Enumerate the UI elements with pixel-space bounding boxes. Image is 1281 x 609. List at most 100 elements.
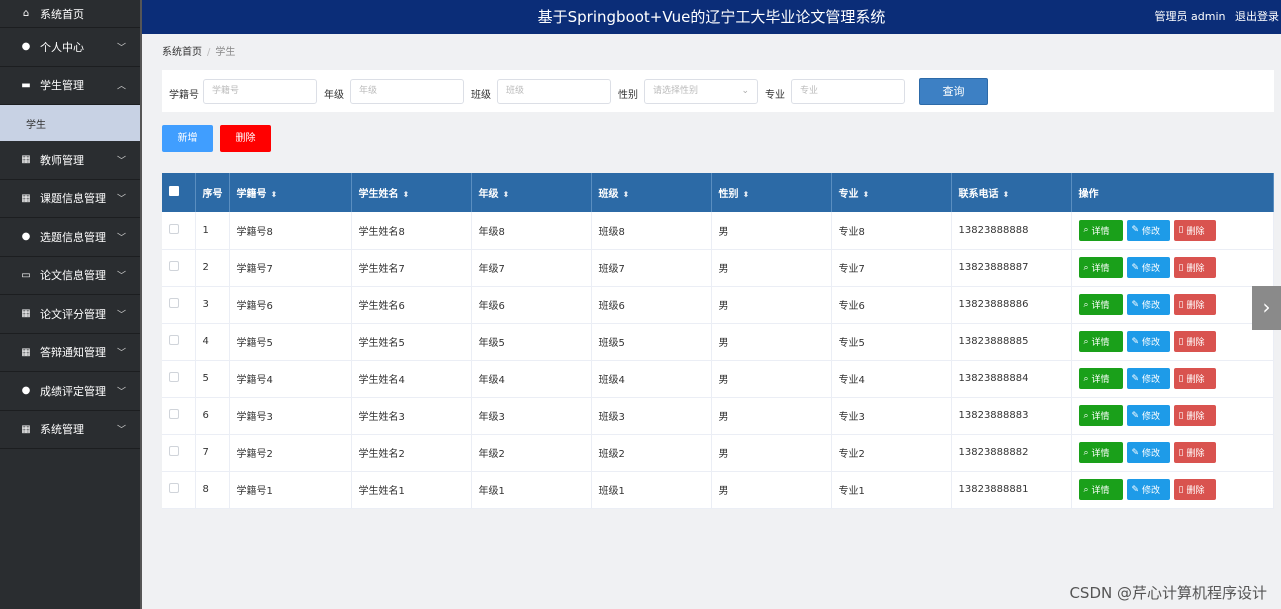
col-phone[interactable]: 联系电话 ⬍ <box>951 173 1072 212</box>
row-checkbox-cell[interactable] <box>162 471 196 509</box>
detail-button[interactable]: ⌕ 详情 <box>1078 294 1123 315</box>
grade-cell: 年级8 <box>471 212 592 250</box>
table-row: 3 学籍号6 学生姓名6 年级6 班级6 男专业6 13823888886 ⌕ 详情 ✎ 修改 ▯ 删除 <box>162 286 1274 324</box>
edit-icon: ✎ <box>1131 484 1140 495</box>
detail-button[interactable]: ⌕ 详情 <box>1078 219 1123 241</box>
major-input[interactable]: 专业 <box>791 79 905 104</box>
col-student-id[interactable]: 学籍号 ⬍ <box>229 173 352 212</box>
logout-link[interactable]: 退出登录 <box>1235 10 1279 23</box>
edit-button[interactable]: ✎ 修改 <box>1126 368 1170 389</box>
row-checkbox[interactable] <box>169 335 179 345</box>
gender-select[interactable]: 请选择性别 ⌄ <box>644 79 758 104</box>
row-checkbox-cell[interactable] <box>162 397 196 435</box>
sidebar-item-1[interactable]: ● 个人中心 ﹀ <box>0 28 140 67</box>
sidebar-item-2[interactable]: ▬ 学生管理 ︿ <box>0 67 140 105</box>
detail-button[interactable]: ⌕ 详情 <box>1078 479 1123 500</box>
row-checkbox-cell[interactable] <box>162 360 196 398</box>
row-checkbox-cell[interactable] <box>162 212 196 250</box>
add-button[interactable]: 新增 <box>162 125 213 152</box>
edit-button[interactable]: ✎ 修改 <box>1126 219 1170 241</box>
sort-icon[interactable]: ⬍ <box>743 190 750 199</box>
grid-icon: ▦ <box>21 346 31 358</box>
sort-icon[interactable]: ⬍ <box>503 190 510 199</box>
student-id-cell: 学籍号5 <box>229 323 352 361</box>
col-grade[interactable]: 年级 ⬍ <box>471 173 592 212</box>
sidebar-item-3[interactable]: ▦ 教师管理 ﹀ <box>0 141 140 180</box>
grid-icon: ▦ <box>21 423 31 435</box>
select-all-checkbox[interactable] <box>169 186 179 196</box>
row-checkbox-cell[interactable] <box>162 286 196 324</box>
delete-button[interactable]: ▯ 删除 <box>1173 331 1216 352</box>
sidebar-item-10[interactable]: ▦ 系统管理 ﹀ <box>0 411 140 449</box>
delete-button[interactable]: ▯ 删除 <box>1173 368 1216 389</box>
sidebar-subitem-student[interactable]: 学生 <box>0 105 140 141</box>
student-id-label: 学籍号 <box>169 90 199 101</box>
row-checkbox-cell[interactable] <box>162 249 196 287</box>
row-checkbox-cell[interactable] <box>162 323 196 361</box>
grade-cell: 年级7 <box>471 249 592 287</box>
edit-button[interactable]: ✎ 修改 <box>1126 257 1170 278</box>
detail-button[interactable]: ⌕ 详情 <box>1078 331 1123 352</box>
sort-icon[interactable]: ⬍ <box>271 190 278 199</box>
col-gender[interactable]: 性别 ⬍ <box>711 173 832 212</box>
student-id-input[interactable]: 学籍号 <box>203 79 317 104</box>
gender-cell: 男 <box>711 249 832 287</box>
row-checkbox[interactable] <box>169 223 179 234</box>
sidebar-item-label: 教师管理 <box>40 153 84 167</box>
sort-icon[interactable]: ⬍ <box>403 190 410 199</box>
search-button[interactable]: 查询 <box>919 78 988 105</box>
chevron-down-icon: ﹀ <box>116 156 126 167</box>
delete-button[interactable]: ▯ 删除 <box>1173 405 1216 426</box>
delete-button[interactable]: ▯ 删除 <box>1173 257 1216 278</box>
detail-label: 详情 <box>1091 264 1110 274</box>
sort-icon[interactable]: ⬍ <box>623 190 630 199</box>
row-checkbox[interactable] <box>169 261 179 271</box>
row-checkbox-cell[interactable] <box>162 434 196 472</box>
edit-button[interactable]: ✎ 修改 <box>1126 294 1170 315</box>
col-class[interactable]: 班级 ⬍ <box>591 173 712 212</box>
select-all-checkbox-cell[interactable] <box>162 173 196 212</box>
gender-cell: 男 <box>711 434 832 472</box>
row-checkbox[interactable] <box>169 446 179 456</box>
edit-button[interactable]: ✎ 修改 <box>1126 442 1170 463</box>
detail-button[interactable]: ⌕ 详情 <box>1078 442 1123 463</box>
student-id-cell: 学籍号7 <box>229 249 352 287</box>
edit-button[interactable]: ✎ 修改 <box>1126 479 1170 500</box>
class-cell: 班级4 <box>591 360 712 398</box>
sort-icon[interactable]: ⬍ <box>863 190 870 199</box>
edit-button[interactable]: ✎ 修改 <box>1126 405 1170 426</box>
phone-cell: 13823888885 <box>951 323 1072 361</box>
row-checkbox[interactable] <box>169 298 179 308</box>
sidebar-subitem-label: 学生 <box>26 119 46 131</box>
delete-button[interactable]: ▯ 删除 <box>1173 219 1216 241</box>
sidebar-item-9[interactable]: ● 成绩评定管理 ﹀ <box>0 372 140 411</box>
sidebar-item-5[interactable]: ● 选题信息管理 ﹀ <box>0 218 140 257</box>
sidebar-item-4[interactable]: ▦ 课题信息管理 ﹀ <box>0 180 140 218</box>
edit-button[interactable]: ✎ 修改 <box>1126 331 1170 352</box>
breadcrumb-home[interactable]: 系统首页 <box>162 47 202 58</box>
sort-icon[interactable]: ⬍ <box>1003 190 1010 199</box>
sidebar-item-0[interactable]: ⌂ 系统首页 <box>0 0 140 28</box>
class-cell: 班级6 <box>591 286 712 324</box>
chevron-down-icon: ﹀ <box>116 271 126 282</box>
col-major[interactable]: 专业 ⬍ <box>831 173 952 212</box>
delete-button[interactable]: ▯ 删除 <box>1173 479 1216 500</box>
detail-button[interactable]: ⌕ 详情 <box>1078 257 1123 278</box>
major-cell: 专业6 <box>831 286 952 324</box>
detail-button[interactable]: ⌕ 详情 <box>1078 405 1123 426</box>
sidebar-item-6[interactable]: ▭ 论文信息管理 ﹀ <box>0 257 140 295</box>
detail-button[interactable]: ⌕ 详情 <box>1078 368 1123 389</box>
detail-label: 详情 <box>1091 449 1110 459</box>
delete-button[interactable]: ▯ 删除 <box>1173 442 1216 463</box>
col-student-name[interactable]: 学生姓名 ⬍ <box>351 173 472 212</box>
sidebar-item-7[interactable]: ▦ 论文评分管理 ﹀ <box>0 295 140 334</box>
next-arrow-icon[interactable]: › <box>1252 286 1281 330</box>
batch-delete-button[interactable]: 删除 <box>220 125 271 152</box>
row-checkbox[interactable] <box>169 483 179 493</box>
grade-input[interactable]: 年级 <box>350 79 464 104</box>
row-checkbox[interactable] <box>169 372 179 382</box>
delete-button[interactable]: ▯ 删除 <box>1173 294 1216 315</box>
row-checkbox[interactable] <box>169 409 179 419</box>
class-input[interactable]: 班级 <box>497 79 611 104</box>
sidebar-item-8[interactable]: ▦ 答辩通知管理 ﹀ <box>0 334 140 372</box>
